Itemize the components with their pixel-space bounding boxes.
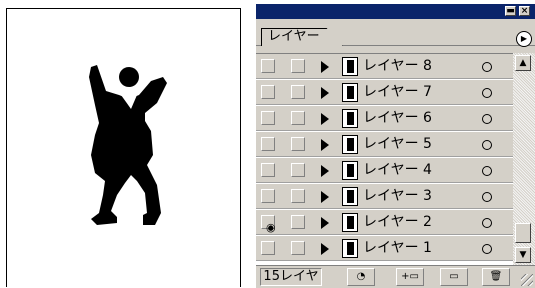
visibility-toggle[interactable] <box>261 189 275 203</box>
layer-row[interactable]: ◉ レイヤー 2 <box>256 210 513 235</box>
lock-toggle[interactable] <box>291 137 305 151</box>
layer-target-circle[interactable] <box>482 166 492 176</box>
resize-grip-icon[interactable] <box>521 274 533 286</box>
expand-triangle-icon[interactable] <box>321 61 329 73</box>
layer-list: レイヤー 8 レイヤー 7 レイヤー 6 レイヤー 5 レイヤー 4 レイヤー … <box>256 53 513 266</box>
layer-row[interactable]: レイヤー 5 <box>256 132 513 157</box>
visibility-toggle[interactable] <box>261 111 275 125</box>
layer-name[interactable]: レイヤー 6 <box>363 110 432 127</box>
lock-toggle[interactable] <box>291 215 305 229</box>
layer-row[interactable]: レイヤー 1 <box>256 236 513 261</box>
lock-toggle[interactable] <box>291 163 305 177</box>
palette-footer: 15レイヤ ◔ +▭ ▭ 🗑 <box>256 265 535 288</box>
layer-target-circle[interactable] <box>482 192 492 202</box>
layer-target-circle[interactable] <box>482 114 492 124</box>
panel-menu-icon[interactable]: ▶ <box>516 31 532 47</box>
layer-row[interactable]: レイヤー 7 <box>256 80 513 105</box>
canvas-area[interactable] <box>0 0 244 287</box>
expand-triangle-icon[interactable] <box>321 191 329 203</box>
close-icon[interactable]: × <box>519 6 530 16</box>
dancing-figure-silhouette <box>89 65 167 225</box>
canvas-frame[interactable] <box>6 8 241 287</box>
visibility-toggle[interactable] <box>261 137 275 151</box>
layer-thumbnail <box>342 161 358 180</box>
lock-toggle[interactable] <box>291 85 305 99</box>
layer-target-circle[interactable] <box>482 88 492 98</box>
layer-target-circle[interactable] <box>482 140 492 150</box>
lock-toggle[interactable] <box>291 189 305 203</box>
layer-row[interactable]: レイヤー 3 <box>256 184 513 209</box>
lock-toggle[interactable] <box>291 241 305 255</box>
new-folder-icon[interactable]: +▭ <box>396 268 424 286</box>
layer-target-circle[interactable] <box>482 244 492 254</box>
scroll-up-icon[interactable]: ▲ <box>515 55 531 71</box>
layer-row[interactable]: レイヤー 8 <box>256 54 513 79</box>
layer-count: 15レイヤ <box>260 268 322 286</box>
lock-toggle[interactable] <box>291 111 305 125</box>
new-layer-icon[interactable]: ▭ <box>440 268 468 286</box>
layer-name[interactable]: レイヤー 4 <box>363 162 432 179</box>
palette-titlebar[interactable]: ▬ × <box>256 4 535 19</box>
layer-row[interactable]: レイヤー 4 <box>256 158 513 183</box>
layer-target-circle[interactable] <box>482 62 492 72</box>
layer-thumbnail <box>342 57 358 76</box>
visibility-toggle[interactable] <box>261 163 275 177</box>
onion-skin-icon[interactable]: ◔ <box>347 268 375 286</box>
visibility-toggle[interactable]: ◉ <box>261 215 276 234</box>
layer-thumbnail <box>342 109 358 128</box>
layer-name[interactable]: レイヤー 2 <box>363 214 432 231</box>
layer-thumbnail <box>342 239 358 258</box>
layer-thumbnail <box>342 213 358 232</box>
layer-thumbnail <box>342 135 358 154</box>
layer-name[interactable]: レイヤー 5 <box>363 136 432 153</box>
expand-triangle-icon[interactable] <box>321 243 329 255</box>
layer-thumbnail <box>342 187 358 206</box>
layer-name[interactable]: レイヤー 8 <box>363 58 432 75</box>
trash-icon[interactable]: 🗑 <box>482 268 510 286</box>
visibility-toggle[interactable] <box>261 59 275 73</box>
palette-tab-row: レイヤー ▶ <box>256 19 535 47</box>
expand-triangle-icon[interactable] <box>321 165 329 177</box>
scroll-down-icon[interactable]: ▼ <box>515 247 531 263</box>
expand-triangle-icon[interactable] <box>321 87 329 99</box>
expand-triangle-icon[interactable] <box>321 217 329 229</box>
layer-list-scrollbar[interactable]: ▲ ▼ <box>513 53 535 265</box>
layer-target-circle[interactable] <box>482 218 492 228</box>
tab-layers[interactable]: レイヤー <box>261 28 343 46</box>
layer-row[interactable]: レイヤー 6 <box>256 106 513 131</box>
layers-palette: ▬ × レイヤー ▶ レイヤー 8 レイヤー 7 レイヤー 6 レイヤー 5 レ… <box>256 4 535 288</box>
lock-toggle[interactable] <box>291 59 305 73</box>
scroll-thumb[interactable] <box>515 223 531 243</box>
visibility-toggle[interactable] <box>261 85 275 99</box>
layer-thumbnail <box>342 83 358 102</box>
layer-name[interactable]: レイヤー 1 <box>363 240 432 257</box>
layer-name[interactable]: レイヤー 3 <box>363 188 432 205</box>
visibility-toggle[interactable] <box>261 241 275 255</box>
minimize-icon[interactable]: ▬ <box>505 6 516 16</box>
layer-name[interactable]: レイヤー 7 <box>363 84 432 101</box>
expand-triangle-icon[interactable] <box>321 139 329 151</box>
eye-icon: ◉ <box>266 221 276 234</box>
expand-triangle-icon[interactable] <box>321 113 329 125</box>
